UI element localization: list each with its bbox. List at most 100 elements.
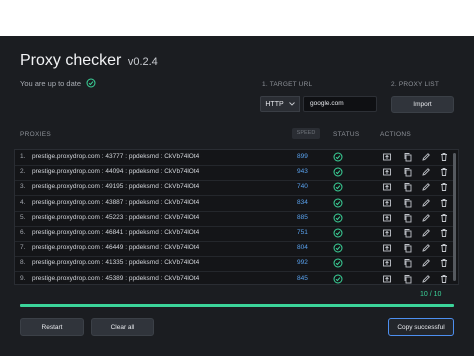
proxy-address: prestige.proxydrop.com : 45223 : ppdeksm… [32,213,200,221]
chevron-down-icon [288,102,295,106]
row-number: 8. [20,259,26,267]
trash-icon[interactable] [439,228,449,238]
check-circle-icon [333,152,343,162]
col-status: STATUS [333,131,360,138]
proxy-address: prestige.proxydrop.com : 49195 : ppdeksm… [32,183,200,191]
col-speed[interactable]: SPEED [292,128,320,139]
check-circle-icon [333,213,343,223]
copy-icon[interactable] [403,213,413,223]
check-circle-icon [333,182,343,192]
export-icon[interactable] [382,228,392,238]
progress-bar [20,304,454,307]
update-status: You are up to date [20,78,96,88]
proxy-checker-window: Proxy checker v0.2.4 You are up to date … [0,36,474,356]
table-scrollbar[interactable] [453,153,456,281]
check-circle-icon [333,198,343,208]
copy-icon[interactable] [403,228,413,238]
proxy-address: prestige.proxydrop.com : 46841 : ppdeksm… [32,229,200,236]
copy-icon[interactable] [403,243,413,253]
trash-icon[interactable] [439,213,449,223]
edit-icon[interactable] [421,182,431,192]
edit-icon[interactable] [421,198,431,208]
update-status-text: You are up to date [20,78,82,88]
trash-icon[interactable] [439,258,449,268]
copy-icon[interactable] [403,198,413,208]
table-row: 7. prestige.proxydrop.com : 46449 : ppdek… [15,241,455,258]
row-number: 9. [20,274,26,282]
trash-icon[interactable] [439,152,449,162]
row-number: 7. [20,244,26,252]
table-row: 2. prestige.proxydrop.com : 44094 : ppdek… [15,165,455,182]
edit-icon[interactable] [421,213,431,223]
trash-icon[interactable] [439,182,449,192]
proxy-speed: 899 [297,153,308,160]
edit-icon[interactable] [421,228,431,238]
table-row: 6. prestige.proxydrop.com : 46841 : ppdek… [15,226,455,242]
check-circle-icon [333,228,343,238]
edit-icon[interactable] [421,167,431,177]
check-circle-icon [86,78,96,88]
row-number: 5. [20,213,26,221]
proxy-address: prestige.proxydrop.com : 41335 : ppdeksm… [32,259,200,267]
table-row: 3. prestige.proxydrop.com : 49195 : ppdek… [15,180,455,197]
proxy-speed: 740 [297,183,308,191]
copy-button[interactable]: Copy successful [388,318,454,336]
trash-icon[interactable] [439,198,449,208]
copy-icon[interactable] [403,258,413,268]
edit-icon[interactable] [421,258,431,268]
row-number: 3. [20,183,26,191]
proxy-address: prestige.proxydrop.com : 46449 : ppdeksm… [32,244,200,252]
protocol-select[interactable]: HTTP [260,96,300,112]
row-number: 4. [20,198,26,206]
target-url-label: 1. TARGET URL [262,81,313,88]
proxy-speed: 885 [297,213,308,221]
clear-all-button[interactable]: Clear all [91,318,154,336]
export-icon[interactable] [382,182,392,192]
page-title: Proxy checker v0.2.4 [20,52,158,70]
table-row: 5. prestige.proxydrop.com : 45223 : ppdek… [15,211,455,227]
table-row: 8. prestige.proxydrop.com : 41335 : ppdek… [15,256,455,273]
proxy-speed: 943 [297,168,308,176]
trash-icon[interactable] [439,243,449,253]
col-proxies: PROXIES [20,131,51,138]
proxy-speed: 834 [297,198,308,206]
table-row: 9. prestige.proxydrop.com : 45389 : ppdek… [15,272,455,284]
proxy-address: prestige.proxydrop.com : 43887 : ppdeksm… [32,198,200,206]
table-row: 1. prestige.proxydrop.com : 43777 : ppdek… [15,150,455,166]
edit-icon[interactable] [421,274,431,284]
export-icon[interactable] [382,167,392,177]
row-number: 1. [20,153,26,160]
proxy-list-label: 2. PROXY LIST [391,81,439,88]
target-url-input[interactable]: google.com [303,96,377,112]
app-title: Proxy checker [20,52,122,69]
app-version: v0.2.4 [127,56,158,68]
export-icon[interactable] [382,213,392,223]
edit-icon[interactable] [421,152,431,162]
import-button[interactable]: Import [391,96,454,113]
col-actions: ACTIONS [380,131,411,138]
export-icon[interactable] [382,274,392,284]
copy-icon[interactable] [403,167,413,177]
proxy-speed: 804 [297,244,308,252]
check-circle-icon [333,258,343,268]
edit-icon[interactable] [421,243,431,253]
copy-icon[interactable] [403,152,413,162]
export-icon[interactable] [382,152,392,162]
check-circle-icon [333,243,343,253]
protocol-value: HTTP [265,100,284,108]
restart-button[interactable]: Restart [20,318,84,336]
trash-icon[interactable] [439,167,449,177]
proxy-speed: 751 [297,229,308,236]
proxy-table: 1. prestige.proxydrop.com : 43777 : ppdek… [14,149,459,285]
proxy-address: prestige.proxydrop.com : 43777 : ppdeksm… [32,153,200,160]
export-icon[interactable] [382,198,392,208]
trash-icon[interactable] [439,274,449,284]
proxy-address: prestige.proxydrop.com : 44094 : ppdeksm… [32,168,200,176]
export-icon[interactable] [382,258,392,268]
copy-icon[interactable] [403,274,413,284]
proxy-address: prestige.proxydrop.com : 45389 : ppdeksm… [32,274,200,282]
copy-icon[interactable] [403,182,413,192]
export-icon[interactable] [382,243,392,253]
row-number: 6. [20,229,26,236]
check-circle-icon [333,167,343,177]
